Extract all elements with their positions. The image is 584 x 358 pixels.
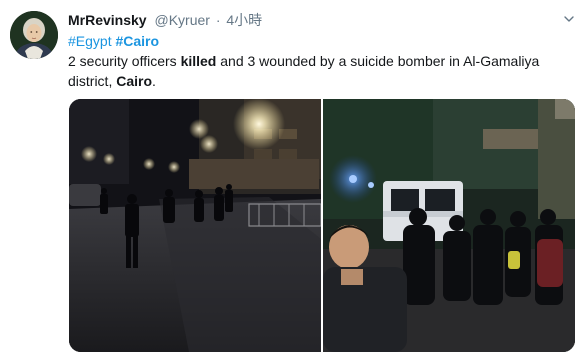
tweet-text-part1: 2 security officers	[68, 53, 181, 69]
tweet-card: MrRevinsky @Kyruer · 4小時 #Egypt #Cairo 2…	[0, 0, 584, 358]
tweet-header: MrRevinsky @Kyruer · 4小時	[68, 11, 262, 29]
hashtag-cairo[interactable]: #Cairo	[115, 33, 159, 49]
tweet-text: 2 security officers killed and 3 wounded…	[68, 51, 568, 91]
avatar[interactable]	[10, 11, 58, 59]
tweet-text-cairo: Cairo	[116, 73, 153, 89]
display-name[interactable]: MrRevinsky	[68, 12, 147, 28]
separator-dot: ·	[215, 12, 221, 28]
user-handle[interactable]: @Kyruer	[154, 12, 209, 28]
photo-crowd-ambulance[interactable]	[323, 99, 575, 352]
avatar-portrait-image	[10, 11, 58, 59]
media-grid	[69, 99, 575, 352]
hashtag-egypt[interactable]: #Egypt	[68, 33, 112, 49]
photo-street-night[interactable]	[69, 99, 321, 352]
timestamp[interactable]: 4小時	[226, 12, 262, 28]
chevron-down-icon[interactable]	[564, 14, 574, 24]
tweet-text-part3: .	[152, 73, 156, 89]
hashtag-line: #Egypt #Cairo	[68, 31, 159, 51]
street-night-image	[69, 99, 321, 352]
crowd-ambulance-image	[323, 99, 575, 352]
tweet-text-killed: killed	[180, 53, 217, 69]
